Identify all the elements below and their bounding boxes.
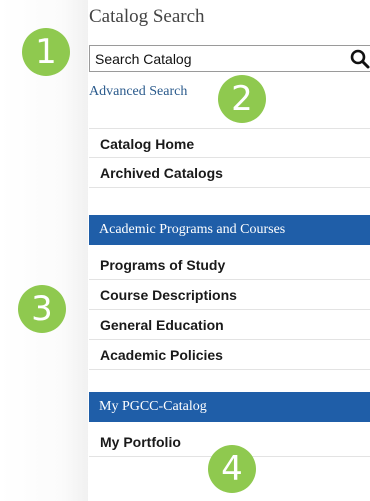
nav-item-course-descriptions[interactable]: Course Descriptions xyxy=(89,280,370,310)
section-header-academic-programs: Academic Programs and Courses xyxy=(89,215,370,245)
callout-badge-3: 3 xyxy=(18,285,66,333)
callout-badge-2: 2 xyxy=(218,75,266,123)
nav-item-academic-policies[interactable]: Academic Policies xyxy=(89,340,370,370)
search-input[interactable] xyxy=(90,46,340,71)
nav-item-programs-of-study[interactable]: Programs of Study xyxy=(89,250,370,280)
catalog-search-title: Catalog Search xyxy=(89,6,205,27)
search-box xyxy=(89,45,370,72)
search-icon xyxy=(350,49,370,69)
nav-item-archived-catalogs[interactable]: Archived Catalogs xyxy=(89,158,370,188)
advanced-search-link[interactable]: Advanced Search xyxy=(89,84,187,100)
nav-item-catalog-home[interactable]: Catalog Home xyxy=(89,128,370,158)
search-button[interactable] xyxy=(349,48,370,70)
nav-item-general-education[interactable]: General Education xyxy=(89,310,370,340)
callout-badge-4: 4 xyxy=(208,445,256,493)
callout-badge-1: 1 xyxy=(22,28,70,76)
section-header-my-catalog: My PGCC-Catalog xyxy=(89,392,370,422)
